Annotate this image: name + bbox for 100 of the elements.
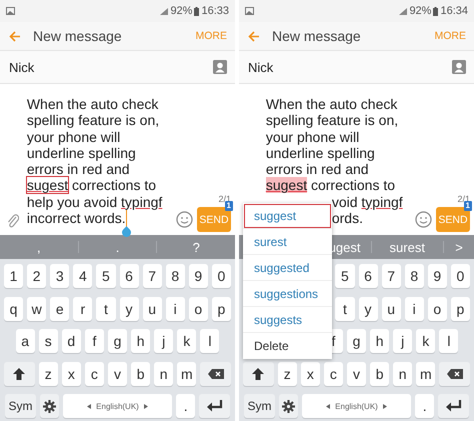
keyboard-key[interactable]: v: [346, 362, 366, 386]
smiley-icon[interactable]: [415, 211, 432, 228]
keyboard-key[interactable]: j: [393, 329, 412, 353]
keyboard-key[interactable]: b: [131, 362, 150, 386]
space-key[interactable]: English(UK): [62, 394, 172, 418]
keyboard-key[interactable]: y: [120, 296, 139, 320]
keyboard-key[interactable]: p: [212, 296, 231, 320]
message-line: incorrect words.: [26, 210, 126, 226]
image-icon: [6, 7, 15, 15]
keyboard-key[interactable]: 5: [335, 264, 354, 288]
signal-icon: [399, 8, 408, 14]
up-arrow-icon: [252, 368, 264, 380]
keyboard-key[interactable]: e: [50, 296, 70, 320]
smiley-icon[interactable]: [176, 211, 193, 228]
keyboard-key[interactable]: n: [154, 362, 174, 386]
keyboard-key[interactable]: 0: [212, 264, 231, 288]
screen-title: New message: [33, 28, 122, 44]
backspace-key[interactable]: [200, 362, 231, 386]
keyboard-key[interactable]: l: [200, 329, 220, 353]
keyboard-key[interactable]: b: [370, 362, 390, 386]
keyboard-key[interactable]: y: [358, 296, 378, 320]
keyboard-key[interactable]: j: [154, 329, 174, 353]
keyboard-key[interactable]: u: [382, 296, 401, 320]
menu-item[interactable]: suggests: [243, 307, 332, 333]
keyboard-key[interactable]: x: [300, 362, 320, 386]
message-line: spelling feature is on,: [26, 112, 160, 129]
battery-level: 92%: [170, 5, 192, 17]
keyboard-key[interactable]: n: [393, 362, 412, 386]
keyboard-key[interactable]: w: [27, 296, 46, 320]
keyboard-key[interactable]: m: [416, 362, 436, 386]
keyboard-key[interactable]: f: [84, 329, 104, 353]
menu-item[interactable]: surest: [243, 229, 332, 255]
recipient-field[interactable]: Nick: [0, 50, 235, 84]
keyboard-key[interactable]: Sym: [244, 394, 275, 418]
keyboard-key[interactable]: Sym: [5, 394, 36, 418]
backspace-key[interactable]: [439, 362, 470, 386]
keyboard-key[interactable]: m: [177, 362, 196, 386]
keyboard-key[interactable]: t: [335, 296, 354, 320]
message-line: When the auto check: [26, 96, 158, 112]
keyboard-key[interactable]: q: [4, 296, 24, 320]
keyboard-key[interactable]: 7: [382, 264, 401, 288]
keyboard-key[interactable]: 7: [142, 264, 162, 288]
contact-icon[interactable]: [213, 60, 227, 74]
keyboard-key[interactable]: a: [16, 329, 35, 353]
shift-key[interactable]: [243, 362, 274, 386]
message-line: sugest corrections to: [26, 177, 156, 194]
contact-icon[interactable]: [452, 60, 466, 74]
keyboard-key[interactable]: 1: [4, 264, 24, 288]
keyboard-key[interactable]: o: [188, 296, 208, 320]
keyboard-key[interactable]: k: [177, 329, 196, 353]
menu-item[interactable]: suggested: [243, 255, 332, 281]
shift-key[interactable]: [4, 362, 35, 386]
keyboard-key[interactable]: .: [176, 394, 196, 418]
keyboard-key[interactable]: c: [324, 362, 343, 386]
battery-level: 92%: [409, 5, 432, 17]
space-key[interactable]: English(UK): [302, 394, 412, 418]
keyboard-key[interactable]: 9: [428, 264, 447, 288]
keyboard-key[interactable]: 3: [50, 264, 70, 288]
settings-key[interactable]: [40, 394, 59, 418]
keyboard-key[interactable]: h: [370, 329, 390, 353]
keyboard-key[interactable]: i: [166, 296, 185, 320]
keyboard-key[interactable]: i: [404, 296, 424, 320]
keyboard-key[interactable]: .: [415, 394, 434, 418]
keyboard-key[interactable]: g: [346, 329, 366, 353]
keyboard-key[interactable]: u: [142, 296, 162, 320]
keyboard-key[interactable]: l: [439, 329, 458, 353]
paperclip-icon[interactable]: [7, 213, 20, 229]
backspace-icon: [446, 368, 463, 378]
keyboard-key[interactable]: z: [278, 362, 297, 386]
message-count-badge: 1: [224, 201, 233, 211]
keyboard-key[interactable]: t: [96, 296, 116, 320]
keyboard-key[interactable]: 0: [450, 264, 470, 288]
keyboard-key[interactable]: s: [38, 329, 58, 353]
keyboard-key[interactable]: v: [108, 362, 128, 386]
menu-item[interactable]: suggestions: [243, 281, 332, 307]
keyboard-key[interactable]: 8: [166, 264, 185, 288]
keyboard-key[interactable]: g: [108, 329, 128, 353]
settings-key[interactable]: [278, 394, 298, 418]
keyboard-key[interactable]: 6: [358, 264, 378, 288]
keyboard-key[interactable]: x: [62, 362, 81, 386]
keyboard-key[interactable]: c: [84, 362, 104, 386]
keyboard-key[interactable]: 2: [27, 264, 46, 288]
menu-item[interactable]: Delete: [243, 333, 332, 359]
keyboard-key[interactable]: o: [428, 296, 447, 320]
keyboard-key[interactable]: h: [131, 329, 150, 353]
keyboard-key[interactable]: 9: [188, 264, 208, 288]
keyboard-key[interactable]: 8: [404, 264, 424, 288]
keyboard-key[interactable]: z: [38, 362, 58, 386]
enter-key[interactable]: [199, 394, 230, 418]
keyboard-key[interactable]: k: [416, 329, 436, 353]
message-line: underline spelling: [26, 144, 136, 162]
keyboard-key[interactable]: d: [62, 329, 81, 353]
keyboard-key[interactable]: p: [450, 296, 470, 320]
menu-item[interactable]: suggest: [243, 203, 332, 229]
keyboard-key[interactable]: r: [73, 296, 92, 320]
keyboard-key[interactable]: 6: [120, 264, 139, 288]
keyboard-key[interactable]: 4: [73, 264, 92, 288]
recipient-field[interactable]: Nick: [239, 50, 474, 84]
enter-key[interactable]: [438, 394, 469, 418]
keyboard-key[interactable]: 5: [96, 264, 116, 288]
